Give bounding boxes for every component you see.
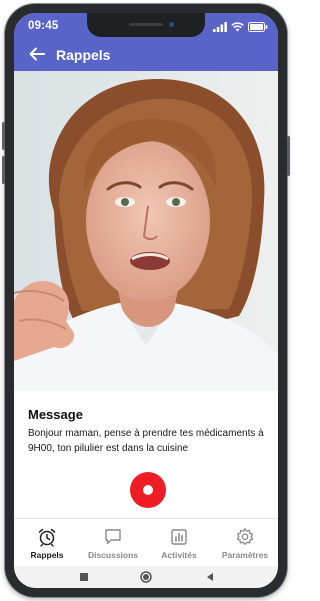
back-arrow-icon[interactable]: [26, 43, 48, 65]
system-navigation-bar: [14, 566, 278, 588]
recent-apps-icon[interactable]: [78, 571, 90, 583]
message-heading: Message: [28, 407, 83, 422]
nav-label: Rappels: [30, 550, 64, 560]
battery-icon: [248, 22, 268, 32]
front-camera: [169, 22, 174, 27]
status-bar: 09:45: [14, 13, 278, 39]
nav-item-rappels[interactable]: Rappels: [14, 519, 80, 567]
status-time: 09:45: [28, 20, 59, 32]
bottom-navigation: Rappels Discussions Activités Paramètres: [14, 518, 278, 567]
gear-icon: [236, 528, 254, 545]
video-message-frame[interactable]: [14, 71, 278, 391]
video-still-image: [14, 71, 278, 391]
alarm-clock-icon: [38, 528, 56, 547]
phone-frame: 09:45 Rappels Message Bonjour maman, pen…: [2, 4, 290, 597]
message-body: Bonjour maman, pense à prendre tes médic…: [28, 428, 264, 454]
nav-label: Paramètres: [221, 550, 269, 560]
screen: 09:45 Rappels Message Bonjour maman, pen…: [14, 13, 278, 588]
notch: [87, 13, 205, 37]
page-title: Rappels: [56, 47, 111, 63]
status-icons: [213, 21, 268, 33]
nav-item-activites[interactable]: Activités: [146, 519, 212, 567]
power-button: [287, 136, 290, 176]
nav-label: Discussions: [87, 550, 139, 560]
nav-label: Activités: [161, 550, 197, 560]
home-icon[interactable]: [140, 571, 152, 583]
nav-item-discussions[interactable]: Discussions: [80, 519, 146, 567]
record-dot-icon: [143, 485, 153, 495]
back-triangle-icon[interactable]: [204, 571, 216, 583]
speaker-grille: [129, 23, 163, 26]
wifi-icon: [231, 22, 244, 32]
top-bar: 09:45 Rappels: [14, 13, 278, 71]
volume-up-button: [2, 122, 5, 150]
cellular-signal-icon: [213, 22, 227, 32]
chat-bubble-icon: [105, 529, 121, 545]
bar-chart-icon: [171, 529, 187, 545]
app-bar: Rappels: [14, 39, 278, 71]
volume-down-button: [2, 156, 5, 184]
play-record-button[interactable]: [130, 472, 166, 508]
nav-item-parametres[interactable]: Paramètres: [212, 519, 278, 567]
